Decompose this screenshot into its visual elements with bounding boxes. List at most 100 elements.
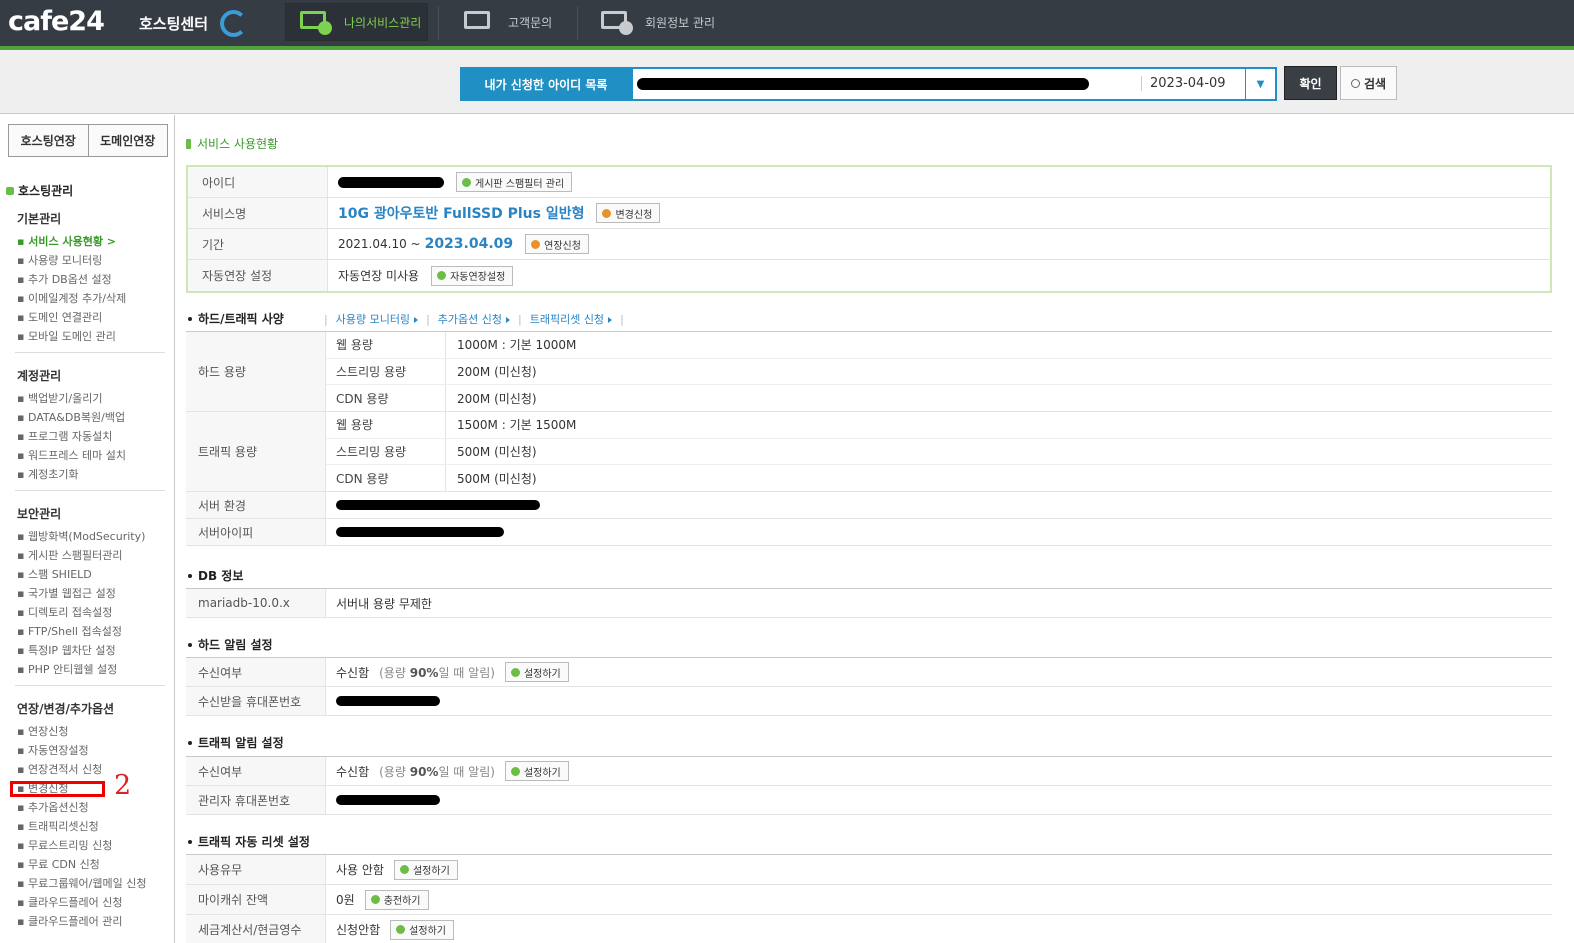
sidebar-title: 호스팅관리 bbox=[6, 182, 73, 199]
sidebar-group-security: 보안관리 bbox=[17, 507, 62, 521]
green-bar-icon bbox=[186, 138, 191, 149]
confirm-button[interactable]: 확인 bbox=[1284, 66, 1337, 100]
service-summary-box: 아이디 게시판 스팸필터 관리 서비스명 10G 광아우토반 FullSSD P… bbox=[186, 165, 1552, 293]
domain-extend-button[interactable]: 도메인연장 bbox=[88, 125, 167, 156]
period-start: 2021.04.10 ~ bbox=[338, 237, 421, 251]
sidebar-item-ip-block[interactable]: ▪ 특정IP 웹차단 설정 bbox=[17, 642, 116, 658]
hard-capacity-label: 하드 용량 bbox=[186, 332, 326, 411]
nav-customer-inquiry[interactable]: 고객문의 bbox=[464, 3, 574, 41]
sidebar-divider bbox=[15, 352, 165, 353]
sidebar-item-db-option[interactable]: ▪ 추가 DB옵션 설정 bbox=[17, 271, 112, 287]
table-row: 웹 용량 1000M : 기본 1000M bbox=[326, 332, 1552, 359]
sidebar-item-spam-shield[interactable]: ▪ 스팸 SHIELD bbox=[17, 566, 92, 582]
sidebar-item-data-db-restore[interactable]: ▪ DATA&DB복원/백업 bbox=[17, 409, 125, 425]
table-row: 스트리밍 용량 500M (미신청) bbox=[326, 438, 1552, 465]
sidebar-item-usage-monitor[interactable]: ▪ 사용량 모니터링 bbox=[17, 252, 102, 268]
top-navigation-bar: cafe24 호스팅센터 나의서비스관리 고객문의 회원정보 관리 bbox=[0, 0, 1574, 46]
sidebar-item-free-cdn[interactable]: ▪ 무료 CDN 신청 bbox=[17, 856, 100, 872]
period-label: 기간 bbox=[188, 229, 328, 259]
spam-filter-manage-button[interactable]: 게시판 스팸필터 관리 bbox=[456, 172, 573, 192]
search-button[interactable]: 검색 bbox=[1340, 66, 1397, 100]
sidebar-item-extend-request[interactable]: ▪ 연장신청 bbox=[17, 723, 68, 739]
hard-alert-recv-value: 수신함 bbox=[336, 665, 370, 680]
sidebar-item-add-option[interactable]: ▪ 추가옵션신청 bbox=[17, 799, 89, 815]
sidebar-item-cloudflare-manage[interactable]: ▪ 클라우드플레어 관리 bbox=[17, 913, 123, 929]
change-request-button[interactable]: 변경신청 bbox=[596, 203, 661, 223]
monitor-user-icon bbox=[601, 11, 633, 35]
extend-request-button[interactable]: 연장신청 bbox=[525, 234, 589, 254]
nav-member-info[interactable]: 회원정보 관리 bbox=[601, 3, 731, 41]
charge-button[interactable]: 충전하기 bbox=[364, 889, 429, 910]
sidebar-item-extend-quote[interactable]: ▪ 연장견적서 신청 bbox=[17, 761, 102, 777]
traffic-alert-setting-button[interactable]: 설정하기 bbox=[504, 761, 569, 781]
link-traffic-reset[interactable]: 트래픽리셋 신청 bbox=[530, 311, 613, 327]
sidebar-item-account-reset[interactable]: ▪ 계정초기화 bbox=[17, 466, 79, 482]
sidebar-item-cloudflare-request[interactable]: ▪ 클라우드플레어 신청 bbox=[17, 894, 123, 910]
triangle-right-icon bbox=[506, 317, 510, 323]
sidebar-item-wordpress-theme[interactable]: ▪ 워드프레스 테마 설치 bbox=[17, 447, 126, 463]
page-title-label: 서비스 사용현황 bbox=[197, 137, 279, 151]
bullet-icon bbox=[188, 642, 192, 647]
link-usage-monitor[interactable]: 사용량 모니터링 bbox=[336, 311, 419, 327]
hard-alert-setting-button[interactable]: 설정하기 bbox=[504, 662, 569, 682]
sidebar-item-domain-connect[interactable]: ▪ 도메인 연결관리 bbox=[17, 309, 102, 325]
sidebar-item-free-streaming[interactable]: ▪ 무료스트리밍 신청 bbox=[17, 837, 112, 853]
server-ip-label: 서버아이피 bbox=[186, 519, 326, 545]
table-row: 스트리밍 용량 200M (미신청) bbox=[326, 358, 1552, 385]
hosting-extend-button[interactable]: 호스팅연장 bbox=[9, 125, 89, 156]
nav-my-service[interactable]: 나의서비스관리 bbox=[285, 3, 428, 41]
table-row: 세금계산서/현금영수 신청안함 설정하기 bbox=[186, 915, 1552, 943]
sidebar-item-ftp-shell-access[interactable]: ▪ FTP/Shell 접속설정 bbox=[17, 623, 122, 639]
db-version: mariadb-10.0.x bbox=[186, 589, 326, 617]
nav-member-info-label: 회원정보 관리 bbox=[645, 15, 716, 30]
sidebar-title-label: 호스팅관리 bbox=[18, 184, 74, 198]
sidebar-item-backup[interactable]: ▪ 백업받기/올리기 bbox=[17, 390, 103, 406]
link-add-option[interactable]: 추가옵션 신청 bbox=[438, 311, 510, 327]
row-key: 스트리밍 용량 bbox=[326, 438, 446, 464]
sidebar-item-traffic-reset[interactable]: ▪ 트래픽리셋신청 bbox=[17, 818, 99, 834]
hard-alert-table: 수신여부 수신함 (용량 90%일 때 알림) 설정하기 수신받을 휴대폰번호 bbox=[186, 657, 1552, 716]
db-info-title: DB 정보 bbox=[188, 567, 243, 584]
auto-extend-setting-button[interactable]: 자동연장설정 bbox=[431, 265, 514, 286]
table-row: CDN 용량 500M (미신청) bbox=[326, 465, 1552, 492]
cafe24-logo[interactable]: cafe24 bbox=[8, 6, 105, 37]
tax-invoice-label: 세금계산서/현금영수 bbox=[186, 915, 326, 943]
table-row: 수신받을 휴대폰번호 bbox=[186, 687, 1552, 716]
row-value: 1000M : 기본 1000M bbox=[457, 338, 577, 353]
db-info-table: mariadb-10.0.x 서버내 용량 무제한 bbox=[186, 588, 1552, 618]
redacted-phone bbox=[336, 696, 440, 706]
summary-row-id: 아이디 게시판 스팸필터 관리 bbox=[188, 167, 1550, 198]
search-icon bbox=[1350, 78, 1360, 88]
traffic-reset-setting-button[interactable]: 설정하기 bbox=[393, 859, 458, 880]
row-key: 스트리밍 용량 bbox=[326, 358, 446, 384]
tax-invoice-setting-button[interactable]: 설정하기 bbox=[390, 919, 454, 940]
sidebar-item-php-antiwebshell[interactable]: ▪ PHP 안티웹쉘 설정 bbox=[17, 661, 117, 677]
table-row: 수신여부 수신함 (용량 90%일 때 알림) 설정하기 bbox=[186, 658, 1552, 687]
sidebar-item-country-access[interactable]: ▪ 국가별 웹접근 설정 bbox=[17, 585, 116, 601]
table-row: mariadb-10.0.x 서버내 용량 무제한 bbox=[186, 589, 1552, 618]
hw-quick-links: | 사용량 모니터링 | 추가옵션 신청 | 트래픽리셋 신청 | bbox=[324, 311, 624, 327]
nav-divider bbox=[438, 6, 439, 40]
sidebar-item-auto-install[interactable]: ▪ 프로그램 자동설치 bbox=[17, 428, 112, 444]
arrow-circle-icon bbox=[396, 925, 406, 934]
bullet-icon bbox=[188, 839, 192, 844]
summary-row-period: 기간 2021.04.10 ~ 2023.04.09 연장신청 bbox=[188, 229, 1550, 260]
bullet-icon bbox=[188, 316, 192, 321]
sidebar-item-board-spam-filter[interactable]: ▪ 게시판 스팸필터관리 bbox=[17, 547, 123, 563]
sidebar-item-service-status[interactable]: ▪ 서비스 사용현황 > bbox=[17, 233, 116, 249]
traffic-reset-use-value: 사용 안함 bbox=[336, 863, 384, 877]
traffic-reset-title: 트래픽 자동 리셋 설정 bbox=[188, 833, 310, 850]
sidebar-item-directory-access[interactable]: ▪ 디렉토리 접속설정 bbox=[17, 604, 112, 620]
sidebar-item-email-account[interactable]: ▪ 이메일계정 추가/삭제 bbox=[17, 290, 126, 306]
sidebar-item-free-groupware[interactable]: ▪ 무료그룹웨어/웹메일 신청 bbox=[17, 875, 146, 891]
tax-invoice-value: 신청안함 bbox=[336, 923, 381, 937]
traffic-capacity-group: 트래픽 용량 웹 용량 1500M : 기본 1500M 스트리밍 용량 500M … bbox=[186, 412, 1552, 492]
sidebar-item-mobile-domain[interactable]: ▪ 모바일 도메인 관리 bbox=[17, 328, 116, 344]
chevron-down-icon[interactable]: ▼ bbox=[1245, 69, 1275, 99]
hard-alert-title: 하드 알림 설정 bbox=[188, 636, 273, 653]
row-key: 웹 용량 bbox=[326, 412, 446, 438]
id-label: 아이디 bbox=[188, 167, 328, 197]
id-select-dropdown[interactable]: 2023-04-09 ▼ bbox=[631, 67, 1277, 101]
sidebar-item-auto-extend[interactable]: ▪ 자동연장설정 bbox=[17, 742, 89, 758]
sidebar-item-web-firewall[interactable]: ▪ 웹방화벽(ModSecurity) bbox=[17, 528, 145, 544]
